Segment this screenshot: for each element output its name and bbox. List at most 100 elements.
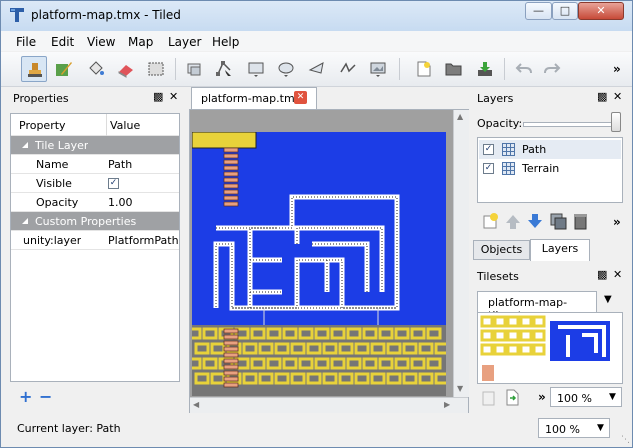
property-row[interactable]: Name Path <box>11 155 179 174</box>
properties-panel-title: Properties <box>13 92 69 105</box>
minimize-button[interactable]: — <box>525 2 552 20</box>
property-row[interactable]: unity:layer PlatformPath <box>11 231 179 250</box>
undock-icon[interactable]: ▩ <box>597 268 607 281</box>
property-name: Opacity <box>36 196 79 209</box>
map-zoom-combo[interactable]: 100 % ▼ <box>538 418 610 438</box>
layers-toolbar-overflow[interactable]: » <box>613 215 621 229</box>
close-panel-icon[interactable]: ✕ <box>613 268 622 281</box>
redo-button[interactable] <box>539 56 565 82</box>
rect-select-icon <box>148 62 164 76</box>
menu-view[interactable]: View <box>87 35 115 49</box>
close-tab-icon[interactable]: ✕ <box>294 91 307 104</box>
delete-layer-icon[interactable] <box>572 212 589 230</box>
eraser-tool[interactable] <box>113 56 139 82</box>
property-value[interactable]: PlatformPath <box>108 234 178 247</box>
layer-visibility-checkbox[interactable]: ✓ <box>483 163 494 174</box>
lower-layer-icon[interactable] <box>527 213 543 229</box>
group-tile-layer[interactable]: ◢ Tile Layer <box>11 136 179 155</box>
main-window: platform-map.tmx - Tiled — □ ✕ File Edit… <box>0 0 633 448</box>
close-window-button[interactable]: ✕ <box>578 2 624 20</box>
new-tileset-icon[interactable] <box>481 390 497 406</box>
insert-rectangle-tool[interactable] <box>243 56 269 82</box>
map-view[interactable] <box>189 109 469 413</box>
add-property-icon[interactable]: + <box>19 387 32 406</box>
tiled-app-icon <box>10 8 24 22</box>
collapse-icon: ◢ <box>22 216 29 225</box>
new-file-icon <box>417 61 431 77</box>
import-tileset-icon[interactable] <box>504 389 520 406</box>
toolbar-overflow-button[interactable]: » <box>613 62 621 76</box>
menu-bar: File Edit View Map Layer Help <box>1 31 632 51</box>
toolbar: » <box>1 52 632 87</box>
bucket-fill-tool[interactable] <box>83 56 109 82</box>
rectangle-select-tool[interactable] <box>143 56 169 82</box>
property-value[interactable]: Path <box>108 158 132 171</box>
tileset-zoom-combo[interactable]: 100 % ▼ <box>550 387 622 407</box>
insert-tile-tool[interactable] <box>365 56 391 82</box>
tileset-tab[interactable]: platform-map-tileset <box>477 291 597 322</box>
properties-header: Property Value <box>11 114 179 136</box>
open-file-button[interactable] <box>441 56 467 82</box>
properties-table: Property Value ◢ Tile Layer Name Path Vi… <box>10 113 180 382</box>
layers-list: ✓ Path ✓ Terrain <box>477 137 623 203</box>
property-row[interactable]: Visible ✓ <box>11 174 179 193</box>
save-file-button[interactable] <box>472 56 498 82</box>
maximize-button[interactable]: □ <box>552 2 578 20</box>
property-value[interactable]: 1.00 <box>108 196 133 209</box>
opacity-slider[interactable] <box>523 122 621 127</box>
open-folder-icon <box>445 63 462 76</box>
map-canvas[interactable] <box>192 132 446 396</box>
tab-objects[interactable]: Objects <box>473 240 530 260</box>
select-objects-icon <box>187 63 201 76</box>
undock-icon[interactable]: ▩ <box>597 90 607 103</box>
menu-file[interactable]: File <box>16 35 36 49</box>
select-objects-tool[interactable] <box>181 56 207 82</box>
tileset-toolbar-overflow[interactable]: » <box>538 390 546 404</box>
tileset-view[interactable] <box>477 312 623 384</box>
insert-polygon-tool[interactable] <box>304 56 330 82</box>
layer-row-path[interactable]: ✓ Path <box>479 140 621 159</box>
toolbar-separator <box>399 58 400 80</box>
group-label: Custom Properties <box>35 215 137 228</box>
new-file-button[interactable] <box>411 56 437 82</box>
horizontal-scrollbar[interactable]: ◀ ▶ <box>190 397 468 413</box>
stamp-brush-tool[interactable] <box>21 56 47 82</box>
new-layer-icon[interactable] <box>482 212 500 230</box>
polygon-icon <box>308 62 324 74</box>
layer-visibility-checkbox[interactable]: ✓ <box>483 144 494 155</box>
vertical-scrollbar[interactable]: ▲ ▼ <box>453 110 469 397</box>
property-name: Name <box>36 158 69 171</box>
property-name: unity:layer <box>23 234 82 247</box>
undock-icon[interactable]: ▩ <box>153 90 163 103</box>
group-custom-properties[interactable]: ◢ Custom Properties <box>11 212 179 231</box>
raise-layer-icon[interactable] <box>505 214 521 230</box>
opacity-slider-handle[interactable] <box>611 112 621 132</box>
layers-panel-title: Layers <box>477 92 514 105</box>
resize-grip-icon[interactable]: ⋱ <box>621 435 630 445</box>
menu-help[interactable]: Help <box>212 35 239 49</box>
rectangle-icon <box>248 62 264 77</box>
menu-edit[interactable]: Edit <box>51 35 74 49</box>
document-tab-label: platform-map.tmx <box>201 92 302 105</box>
undo-button[interactable] <box>511 56 537 82</box>
remove-property-icon[interactable]: − <box>39 387 52 406</box>
document-tab[interactable]: platform-map.tmx ✕ <box>191 87 317 109</box>
terrain-brush-tool[interactable] <box>51 56 77 82</box>
layer-row-terrain[interactable]: ✓ Terrain <box>479 159 621 178</box>
insert-polyline-tool[interactable] <box>335 56 361 82</box>
tileset-image[interactable] <box>478 313 623 384</box>
close-panel-icon[interactable]: ✕ <box>169 90 178 103</box>
tileset-tabs-dropdown-icon[interactable]: ▼ <box>604 294 612 305</box>
menu-layer[interactable]: Layer <box>168 35 201 49</box>
menu-map[interactable]: Map <box>128 35 153 49</box>
tab-layers[interactable]: Layers <box>530 239 590 261</box>
edit-polygons-tool[interactable] <box>211 56 237 82</box>
visible-checkbox[interactable]: ✓ <box>108 178 119 189</box>
undo-icon <box>515 63 532 74</box>
close-panel-icon[interactable]: ✕ <box>613 90 622 103</box>
property-row[interactable]: Opacity 1.00 <box>11 193 179 212</box>
insert-ellipse-tool[interactable] <box>273 56 299 82</box>
duplicate-layer-icon[interactable] <box>550 213 567 230</box>
property-name: Visible <box>36 177 72 190</box>
polyline-icon <box>340 62 356 73</box>
